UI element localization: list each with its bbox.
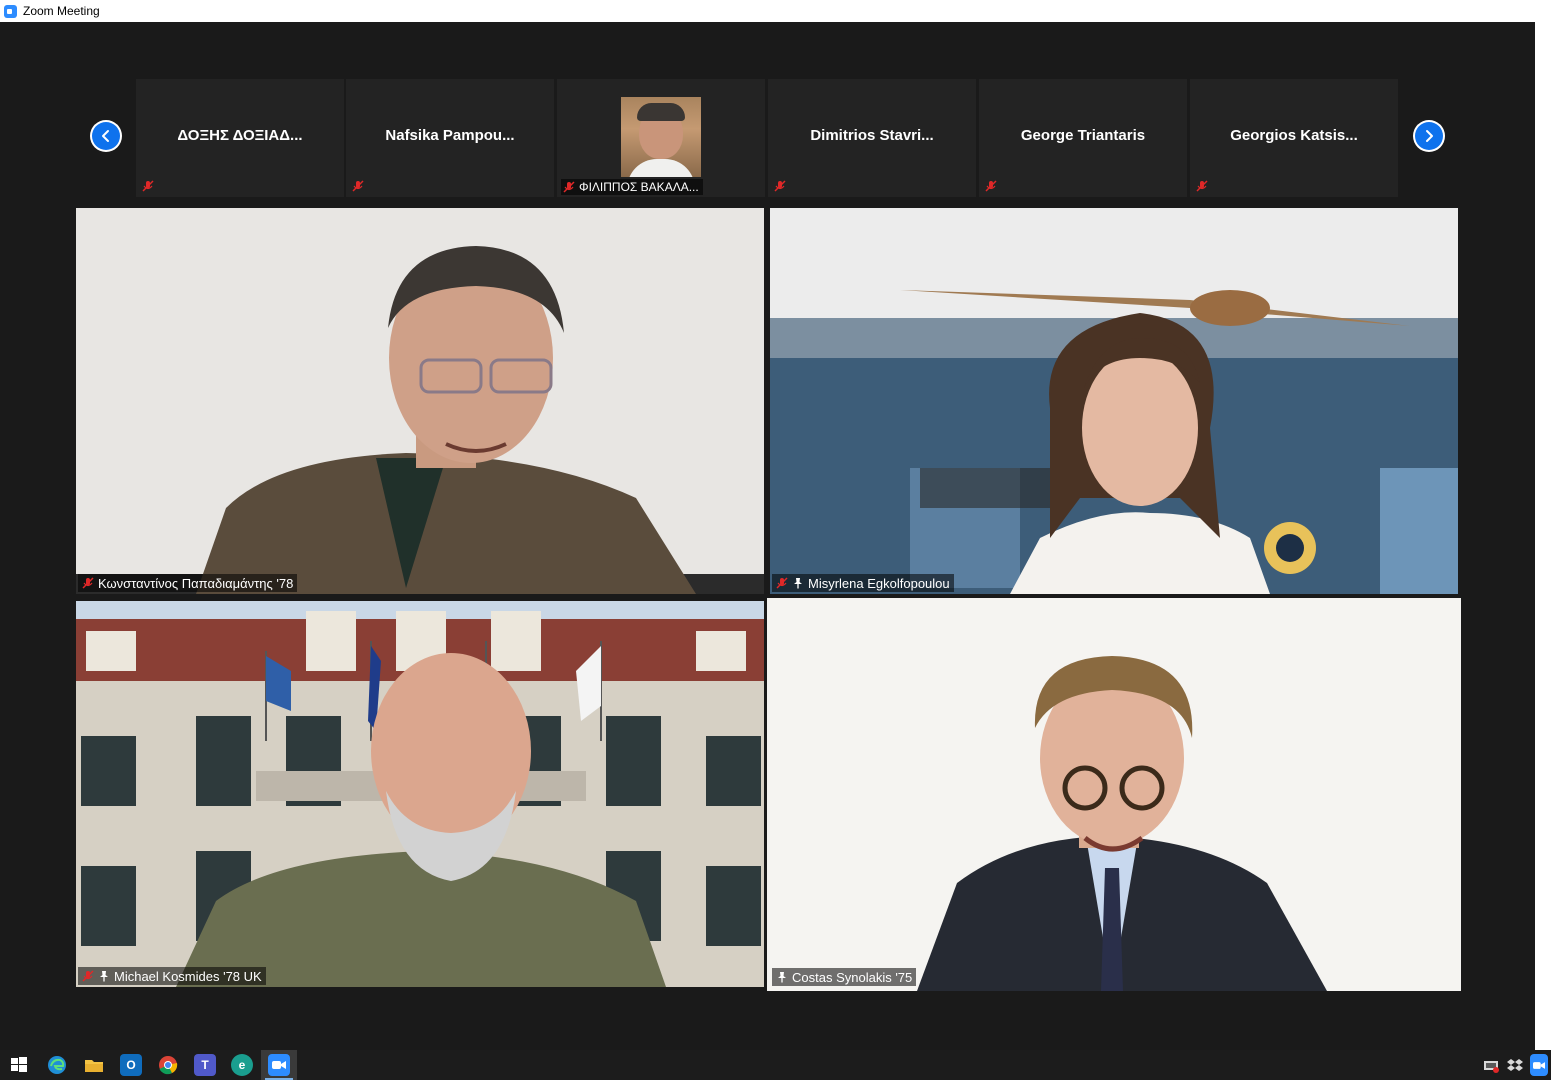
participant-label: ΦΙΛΙΠΠΟΣ ΒΑΚΑΛΑ... <box>561 179 703 195</box>
video-tile[interactable]: Michael Kosmides '78 UK <box>76 601 764 987</box>
mic-muted-icon <box>1196 180 1208 192</box>
participant-thumb[interactable]: ΔΟΞΗΣ ΔΟΞΙΑΔ... <box>136 79 344 197</box>
pin-icon <box>794 578 802 589</box>
window-edge <box>1535 22 1551 1050</box>
video-tile[interactable]: Misyrlena Egkolfopoulou <box>770 208 1458 594</box>
participant-name: Misyrlena Egkolfopoulou <box>808 575 950 591</box>
mic-muted-icon <box>774 180 786 192</box>
participant-name: Michael Kosmides '78 UK <box>114 968 262 984</box>
participant-label: Misyrlena Egkolfopoulou <box>772 574 954 592</box>
zoom-logo-icon <box>4 4 17 18</box>
participant-name: George Triantaris <box>1020 127 1146 144</box>
participant-video <box>621 97 701 177</box>
participant-name: ΦΙΛΙΠΠΟΣ ΒΑΚΑΛΑ... <box>579 180 699 194</box>
participant-thumb[interactable]: Georgios Katsis... <box>1190 79 1398 197</box>
video-tile[interactable]: Κωνσταντίνος Παπαδιαμάντης '78 <box>76 208 764 594</box>
participant-label: Costas Synolakis '75 <box>772 968 917 986</box>
chevron-right-icon <box>1426 130 1433 142</box>
window-title: Zoom Meeting <box>23 4 100 18</box>
strip-prev-button[interactable] <box>90 120 122 152</box>
title-bar: Zoom Meeting <box>0 0 1551 22</box>
participant-thumb[interactable]: ΦΙΛΙΠΠΟΣ ΒΑΚΑΛΑ... <box>557 79 765 197</box>
participant-label: Κωνσταντίνος Παπαδιαμάντης '78 <box>78 574 298 592</box>
participant-label: Michael Kosmides '78 UK <box>78 967 266 985</box>
chrome-icon[interactable] <box>157 1054 179 1076</box>
outlook-icon[interactable]: O <box>120 1054 142 1076</box>
participant-name: Κωνσταντίνος Παπαδιαμάντης '78 <box>98 575 294 591</box>
zoom-icon[interactable] <box>268 1054 290 1076</box>
edge-icon[interactable] <box>46 1054 68 1076</box>
participant-name: ΔΟΞΗΣ ΔΟΞΙΑΔ... <box>177 127 303 144</box>
participant-thumb[interactable]: Dimitrios Stavri... <box>768 79 976 197</box>
network-icon[interactable] <box>1482 1054 1500 1076</box>
teams-icon[interactable]: T <box>194 1054 216 1076</box>
participant-video <box>76 208 764 594</box>
participant-video <box>76 601 764 987</box>
mic-muted-icon <box>563 181 575 193</box>
pin-icon <box>100 971 108 982</box>
windows-start-icon[interactable] <box>8 1054 30 1076</box>
participant-thumb[interactable]: Nafsika Pampou... <box>346 79 554 197</box>
mic-muted-icon <box>776 577 788 589</box>
participant-name: Nafsika Pampou... <box>385 127 515 144</box>
video-tile-active-speaker[interactable]: Costas Synolakis '75 <box>767 598 1461 991</box>
taskbar: O T e <box>0 1050 1551 1080</box>
mic-muted-icon <box>352 180 364 192</box>
participant-video <box>767 598 1461 991</box>
mic-muted-icon <box>985 180 997 192</box>
participant-name: Dimitrios Stavri... <box>810 127 934 144</box>
strip-next-button[interactable] <box>1413 120 1445 152</box>
participant-name: Georgios Katsis... <box>1230 127 1358 144</box>
dropbox-icon[interactable] <box>1506 1054 1524 1076</box>
pin-icon <box>778 972 786 983</box>
mic-muted-icon <box>82 577 94 589</box>
chevron-left-icon <box>102 130 109 142</box>
edge-legacy-icon[interactable]: e <box>231 1054 253 1076</box>
zoom-tray-icon[interactable] <box>1530 1054 1548 1076</box>
file-explorer-icon[interactable] <box>83 1054 105 1076</box>
participant-video <box>770 208 1458 594</box>
mic-muted-icon <box>82 970 94 982</box>
participant-thumb[interactable]: George Triantaris <box>979 79 1187 197</box>
participant-name: Costas Synolakis '75 <box>792 969 913 985</box>
mic-muted-icon <box>142 180 154 192</box>
